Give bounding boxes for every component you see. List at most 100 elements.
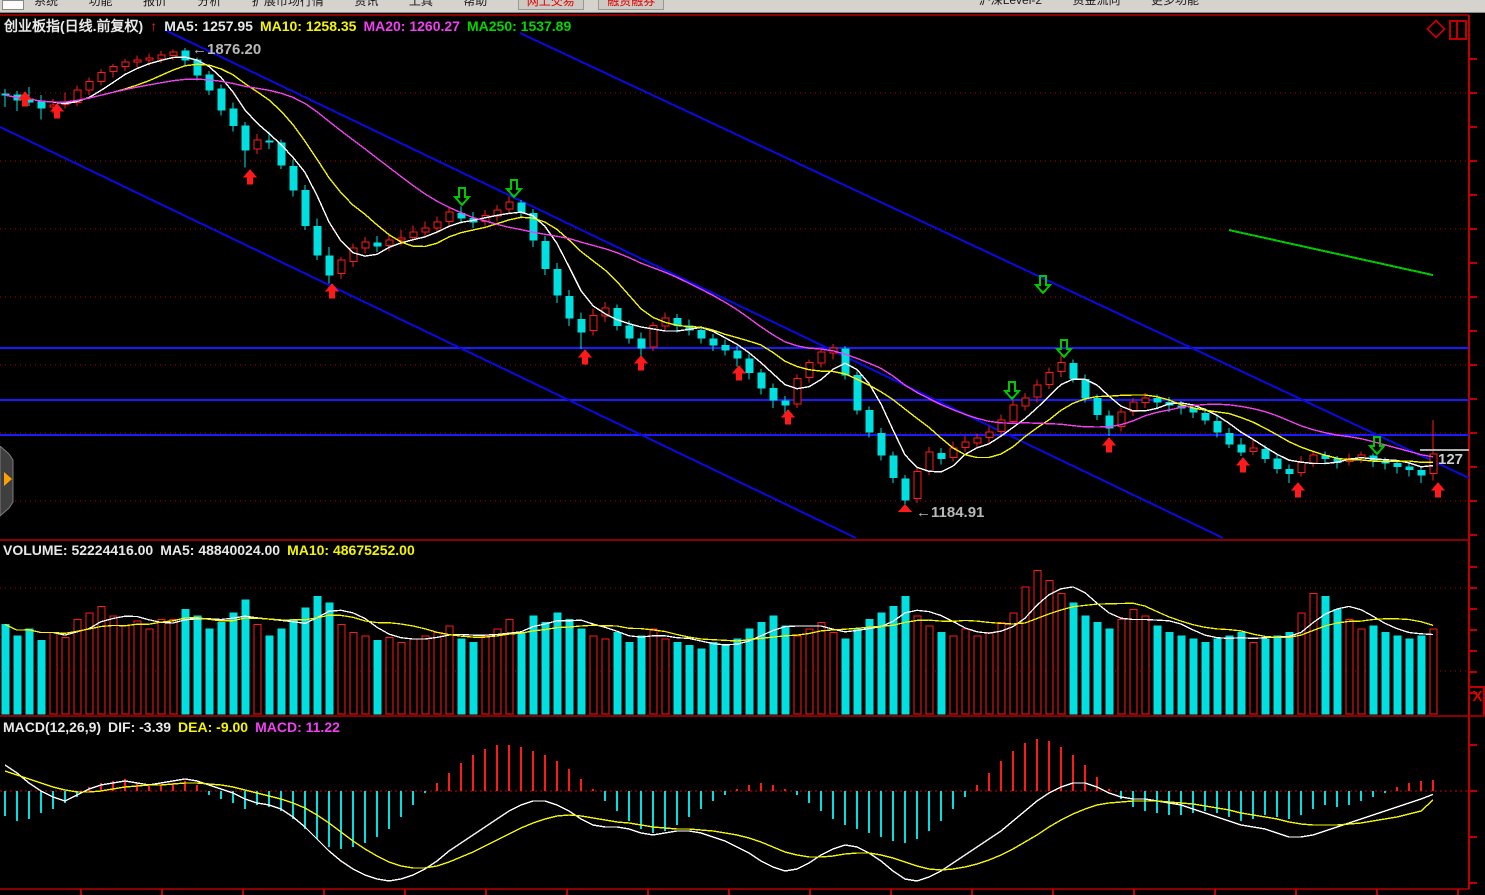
volume-bar xyxy=(638,636,645,714)
volume-bar xyxy=(830,633,837,715)
volume-bar xyxy=(578,629,585,714)
volume-bar xyxy=(1382,633,1389,715)
menu-button-margin[interactable]: 融资融券 xyxy=(598,0,664,10)
menubar: 系统 功能 报价 分析 扩展市场行情 资讯 工具 帮助 网上交易 融资融券 沪深… xyxy=(0,0,1485,13)
volume-bar xyxy=(1022,587,1029,714)
candle xyxy=(134,60,141,62)
volume-bar xyxy=(170,619,177,714)
volume-bar xyxy=(938,633,945,715)
candles-layer xyxy=(2,48,1437,512)
ma250-line xyxy=(1229,230,1433,275)
candle xyxy=(254,140,261,149)
candle xyxy=(1238,445,1245,452)
candle xyxy=(146,58,153,60)
volume-bar xyxy=(1202,642,1209,714)
volume-bar xyxy=(698,649,705,714)
candle xyxy=(338,260,345,273)
volume-bar xyxy=(278,629,285,714)
candle xyxy=(1394,464,1401,467)
candle xyxy=(1010,405,1017,421)
legend-entry: MACD(12,26,9) xyxy=(3,719,101,735)
legend-entry: VOLUME: 52224416.00 xyxy=(3,542,153,558)
volume-bar xyxy=(1406,639,1413,714)
legend-entry: DIF: -3.39 xyxy=(108,719,171,735)
volume-pane-header: VOLUME: 52224416.00MA5: 48840024.00MA10:… xyxy=(3,542,429,558)
volume-bar xyxy=(1142,616,1149,714)
volume-bar xyxy=(1238,633,1245,715)
buy-signal-arrow-icon xyxy=(635,356,647,370)
macd-pane-header: MACD(12,26,9)DIF: -3.39DEA: -9.00MACD: 1… xyxy=(3,719,354,735)
volume-bar xyxy=(1274,636,1281,714)
menu-item[interactable]: 帮助 xyxy=(463,0,487,9)
volume-bar xyxy=(266,636,273,714)
menu-item[interactable]: 报价 xyxy=(143,0,167,9)
volume-bar xyxy=(14,636,21,714)
candle xyxy=(518,203,525,212)
candle xyxy=(290,166,297,189)
volume-bars-layer xyxy=(2,571,1437,714)
volume-bar xyxy=(1370,626,1377,714)
menu-button-trade[interactable]: 网上交易 xyxy=(518,0,584,10)
volume-bar xyxy=(1154,626,1161,714)
volume-bar xyxy=(1166,633,1173,715)
candle xyxy=(866,411,873,432)
menu-item[interactable]: 扩展市场行情 xyxy=(252,0,324,9)
candle xyxy=(398,238,405,240)
volume-bar xyxy=(386,637,393,714)
candle xyxy=(122,62,129,66)
volume-bar xyxy=(1286,633,1293,715)
volume-bar xyxy=(1010,613,1017,714)
candle xyxy=(1286,470,1293,474)
menu-item[interactable]: 功能 xyxy=(88,0,112,9)
sidebar-expand-handle[interactable] xyxy=(0,446,18,518)
menu-item-right[interactable]: 资金流向 xyxy=(1073,0,1121,8)
candle xyxy=(998,420,1005,431)
candle xyxy=(1250,448,1257,451)
candle xyxy=(914,472,921,499)
menu-item[interactable]: 工具 xyxy=(409,0,433,9)
legend-entry: MA5: 1257.95 xyxy=(164,18,253,34)
candle xyxy=(266,141,273,142)
diamond-marker-icon[interactable] xyxy=(1428,21,1445,38)
buy-signal-arrow-icon xyxy=(1237,458,1249,472)
candle xyxy=(1142,398,1149,403)
volume-bar xyxy=(422,636,429,714)
volume-bar xyxy=(398,642,405,714)
volume-bar xyxy=(1070,603,1077,714)
volume-bar xyxy=(302,608,309,714)
high-price-label: ←1876.20 xyxy=(192,41,261,58)
candle xyxy=(818,352,825,363)
candle xyxy=(734,351,741,358)
menu-item[interactable]: 分析 xyxy=(197,0,221,9)
volume-bar xyxy=(566,619,573,714)
candle xyxy=(890,456,897,477)
volume-bar xyxy=(1034,571,1041,714)
volume-bar xyxy=(50,633,57,715)
candle xyxy=(1298,462,1305,472)
trendline xyxy=(520,33,1469,478)
stock-chart-canvas[interactable] xyxy=(0,0,1485,895)
candle xyxy=(566,296,573,317)
volume-bar xyxy=(182,610,189,714)
volume-bar xyxy=(230,613,237,714)
volume-bar xyxy=(1418,636,1425,714)
volume-bar xyxy=(914,616,921,714)
volume-bar xyxy=(410,639,417,714)
menu-item[interactable]: 系统 xyxy=(34,0,58,9)
volume-bar xyxy=(374,641,381,714)
volume-bar xyxy=(1346,619,1353,714)
price-ma5-line xyxy=(5,57,1433,472)
volume-bar xyxy=(614,633,621,715)
volume-bar xyxy=(146,629,153,714)
menu-item-right[interactable]: 沪深Level-2 xyxy=(979,0,1042,8)
candle xyxy=(626,326,633,338)
menu-item[interactable]: 资讯 xyxy=(354,0,378,9)
volume-bar xyxy=(866,619,873,714)
close-indicator-button[interactable]: X xyxy=(1470,688,1485,714)
candle xyxy=(542,241,549,268)
buy-signal-arrow-icon xyxy=(733,366,745,380)
candle xyxy=(986,432,993,437)
menu-item-right[interactable]: 更多功能 xyxy=(1151,0,1199,8)
legend-entry: MA10: 48675252.00 xyxy=(287,542,415,558)
candle xyxy=(1022,398,1029,406)
